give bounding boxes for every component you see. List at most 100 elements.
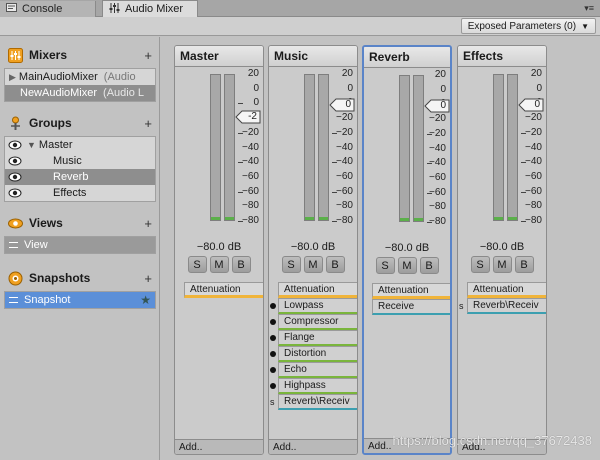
effect-enabled-dot-icon [270,335,276,341]
mixer-strip-music[interactable]: Music200−20−40−60−800−20−40−60−800−80.0 … [268,45,358,455]
add-snapshot-button[interactable]: + [144,271,152,286]
collapse-arrow-icon[interactable]: ▼ [27,140,36,150]
solo-button[interactable]: S [187,256,207,273]
add-mixer-button[interactable]: + [144,48,152,63]
scale-label: −40 [525,156,542,168]
star-icon[interactable]: ★ [140,293,151,307]
volume-fader-handle[interactable]: 0 [329,98,355,112]
bypass-button[interactable]: B [419,257,439,274]
visibility-eye-icon[interactable] [8,155,22,167]
effect-slot[interactable]: Distortion [270,346,357,362]
tab-console-label: Console [22,3,63,15]
snapshot-item[interactable]: Snapshot ★ [5,292,155,308]
strip-name[interactable]: Master [175,46,263,67]
db-readout: −80.0 dB [196,241,242,253]
volume-fader-handle[interactable]: 0 [424,99,450,113]
effect-slot[interactable]: Receive [372,299,450,315]
scale-tick [332,221,337,222]
bypass-button[interactable]: B [325,256,345,273]
mixer-sidebar: Mixers + ▶ MainAudioMixer (Audio NewAudi… [0,37,160,460]
exposed-parameters-dropdown[interactable]: Exposed Parameters (0) ▼ [460,18,596,34]
scale-label: −80 [336,215,353,226]
view-item[interactable]: View [5,237,155,253]
bypass-button[interactable]: B [231,256,251,273]
fader-value: 0 [534,99,540,110]
drag-handle-icon[interactable] [9,297,18,303]
effect-label: Receive [378,301,415,312]
fader-value: 0 [345,99,351,110]
effect-label: Distortion [284,348,327,359]
visibility-eye-icon[interactable] [8,187,22,199]
scale-label: 0 [253,97,259,109]
effect-slot[interactable]: Attenuation [184,282,263,298]
effect-label: Attenuation [284,283,335,295]
window-tab-bar: Console Audio Mixer ▾≡ [0,0,600,17]
scale-label-minor: −80 [525,200,542,212]
scale-label-minor: −80 [429,201,446,213]
group-item-reverb[interactable]: Reverb [5,169,155,185]
solo-button[interactable]: S [470,256,490,273]
mute-button[interactable]: M [492,256,512,273]
strip-name[interactable]: Music [269,46,357,67]
scale-label-minor: −80 [242,200,259,212]
tab-audio-mixer[interactable]: Audio Mixer [102,0,198,17]
effect-slot[interactable]: Attenuation [467,282,546,298]
visibility-eye-icon[interactable] [8,171,22,183]
scale-label-minor: −20 [525,112,542,124]
strip-name[interactable]: Reverb [364,47,450,68]
add-group-button[interactable]: + [144,116,152,131]
groups-list: ▼ Master Music Reverb Effects [4,136,156,202]
effect-slot[interactable]: Echo [270,362,357,378]
mixer-strip-effects[interactable]: Effects200−20−40−60−800−20−40−60−800−80.… [457,45,547,455]
bypass-button[interactable]: B [514,256,534,273]
group-item-effects[interactable]: Effects [5,185,155,201]
group-item-music[interactable]: Music [5,153,155,169]
mute-button[interactable]: M [209,256,229,273]
tab-console[interactable]: Console [0,1,96,17]
scale-label: 20 [247,68,259,79]
tab-menu-icon[interactable]: ▾≡ [584,3,594,14]
solo-button[interactable]: S [375,257,395,274]
effect-slot[interactable]: Attenuation [372,283,450,299]
scale-label: −20 [525,126,542,138]
scale-label-minor: −60 [336,170,353,182]
mixer-item-main[interactable]: ▶ MainAudioMixer (Audio [5,69,155,85]
tab-audio-mixer-label: Audio Mixer [125,3,184,15]
effect-slot[interactable]: s Reverb\Receiv [270,394,357,410]
effect-slot[interactable]: Flange [270,330,357,346]
effect-slot[interactable]: Compressor [270,314,357,330]
mixer-strip-reverb[interactable]: Reverb200−20−40−60−800−20−40−60−800−80.0… [362,45,452,455]
effect-label: Reverb\Receiv [284,396,350,407]
groups-icon [8,116,23,131]
scale-tick [427,163,432,165]
add-effect-button[interactable]: Add.. [175,439,263,454]
volume-fader-handle[interactable]: -2 [235,110,261,124]
effect-slot[interactable]: Lowpass [270,298,357,314]
scale-label: 20 [434,69,446,80]
effect-label: Echo [284,364,307,375]
views-title: Views [29,216,63,230]
mute-button[interactable]: M [303,256,323,273]
snapshot-label: Snapshot [24,294,71,306]
mixer-item-new[interactable]: NewAudioMixer (Audio L [5,85,155,101]
solo-button[interactable]: S [281,256,301,273]
scale-tick [238,103,243,105]
effect-slot[interactable]: s Reverb\Receiv [459,298,546,314]
groups-header: Groups + [0,113,160,133]
fader-value: 0 [440,100,446,111]
scale-label-minor: −20 [429,113,446,125]
effect-slot[interactable]: Attenuation [278,282,357,298]
mute-button[interactable]: M [397,257,417,274]
add-effect-button[interactable]: Add.. [269,439,357,454]
drag-handle-icon[interactable] [9,242,18,248]
strip-name[interactable]: Effects [458,46,546,67]
add-view-button[interactable]: + [144,216,152,231]
group-item-master[interactable]: ▼ Master [5,137,155,153]
mixer-strip-master[interactable]: Master200−20−40−60−800−20−40−60−80-2−80.… [174,45,264,455]
expand-arrow-icon[interactable]: ▶ [9,72,16,83]
scale-tick [521,191,526,193]
volume-fader-handle[interactable]: 0 [518,98,544,112]
effect-slot[interactable]: Highpass [270,378,357,394]
meter-area: 200−20−40−60−800−20−40−60−80-2 [175,68,263,238]
visibility-eye-icon[interactable] [8,139,22,151]
